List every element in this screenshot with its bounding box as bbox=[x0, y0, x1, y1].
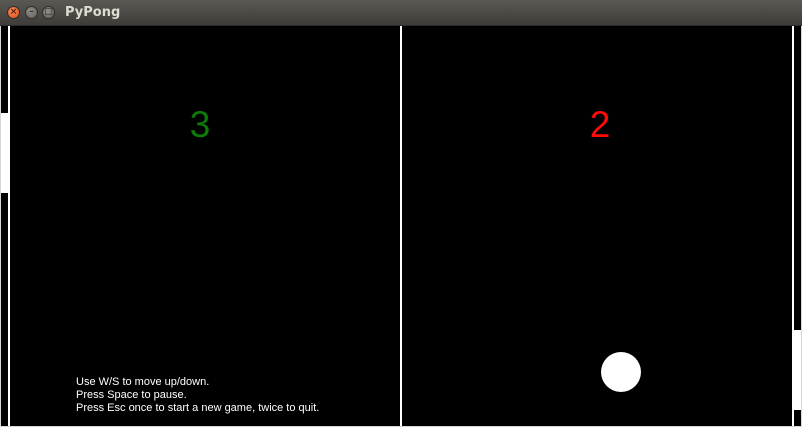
game-canvas[interactable]: 3 2 Use W/S to move up/down. Press Space… bbox=[1, 26, 801, 426]
left-paddle bbox=[1, 113, 9, 193]
left-wall bbox=[8, 26, 10, 426]
instruction-line: Press Esc once to start a new game, twic… bbox=[76, 402, 320, 414]
instruction-line: Use W/S to move up/down. bbox=[76, 376, 210, 388]
window-body: 3 2 Use W/S to move up/down. Press Space… bbox=[0, 26, 802, 427]
window-title: PyPong bbox=[65, 5, 121, 20]
instructions: Use W/S to move up/down. Press Space to … bbox=[76, 376, 319, 415]
ball bbox=[601, 352, 641, 392]
minimize-icon[interactable]: – bbox=[25, 6, 38, 19]
right-paddle bbox=[793, 330, 801, 410]
window-titlebar[interactable]: × – □ PyPong bbox=[0, 0, 802, 26]
left-score: 3 bbox=[189, 104, 211, 145]
maximize-icon[interactable]: □ bbox=[42, 6, 55, 19]
right-score: 2 bbox=[589, 104, 611, 145]
close-icon[interactable]: × bbox=[7, 6, 20, 19]
center-line bbox=[400, 26, 402, 426]
instruction-line: Press Space to pause. bbox=[76, 389, 187, 401]
